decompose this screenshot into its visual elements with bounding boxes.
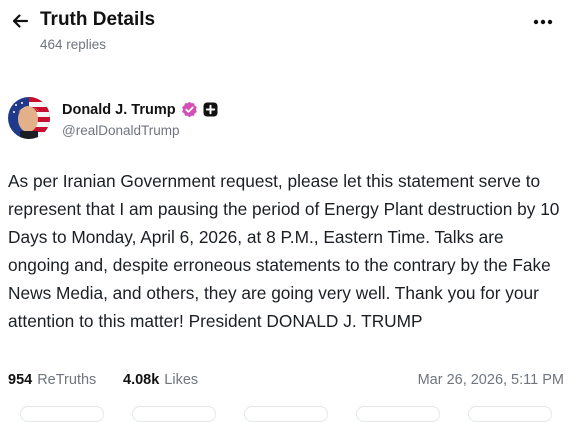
likes-count: 4.08k — [123, 372, 160, 388]
plus-badge-icon — [203, 102, 218, 117]
action-bar — [0, 402, 570, 422]
page-title: Truth Details — [40, 9, 156, 30]
retruths-stat[interactable]: 954 ReTruths — [8, 372, 96, 388]
page-header: Truth Details 464 replies — [0, 0, 570, 62]
verified-badge-icon — [181, 101, 198, 118]
likes-stat[interactable]: 4.08k Likes — [123, 372, 198, 388]
arrow-left-icon — [12, 14, 29, 28]
retruths-label: ReTruths — [37, 372, 97, 388]
post-text: As per Iranian Government request, pleas… — [8, 171, 560, 331]
more-options-button[interactable] — [532, 14, 554, 30]
back-button[interactable] — [10, 11, 30, 31]
likes-label: Likes — [164, 372, 199, 388]
share-button[interactable] — [356, 406, 440, 422]
author-name-row: Donald J. Trump — [62, 101, 218, 118]
author-name[interactable]: Donald J. Trump — [62, 102, 176, 118]
retruth-button[interactable] — [132, 406, 216, 422]
author-handle[interactable]: @realDonaldTrump — [62, 123, 180, 138]
author-block: Donald J. Trump @realDonaldTrump — [8, 97, 568, 141]
post-timestamp: Mar 26, 2026, 5:11 PM — [417, 372, 564, 388]
post-stats: 954 ReTruths 4.08k Likes Mar 26, 2026, 5:1… — [8, 372, 564, 392]
retruths-count: 954 — [8, 372, 33, 388]
reply-count: 464 replies — [40, 37, 107, 52]
reply-button[interactable] — [20, 406, 104, 422]
more-horizontal-icon — [533, 19, 553, 25]
like-button[interactable] — [244, 406, 328, 422]
bookmark-button[interactable] — [468, 406, 552, 422]
avatar-image — [8, 97, 50, 139]
avatar[interactable] — [8, 97, 50, 139]
